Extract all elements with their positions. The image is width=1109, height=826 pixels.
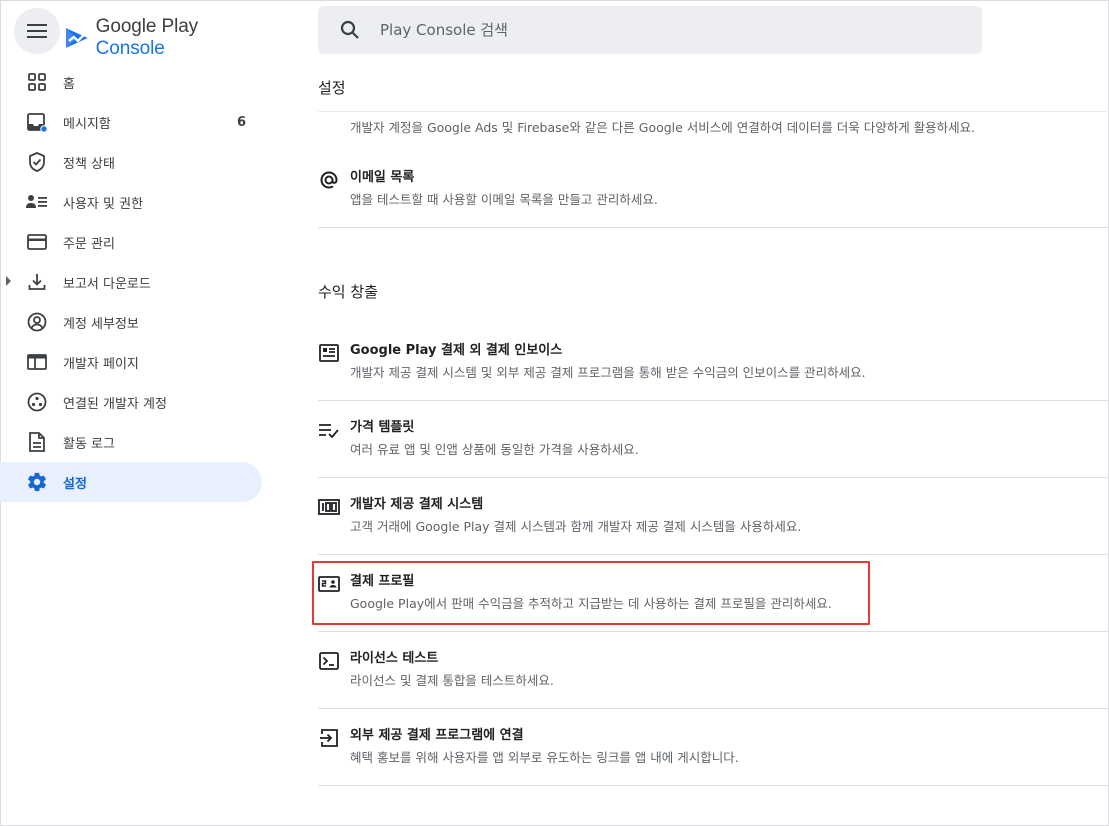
list-check-icon: [318, 419, 340, 441]
sidebar-item-inbox[interactable]: 메시지함 6: [0, 102, 262, 142]
invoice-icon: [318, 342, 340, 364]
row-divider: [318, 477, 1109, 478]
sidebar-item-settings[interactable]: 설정: [0, 462, 262, 502]
search-bar[interactable]: [318, 6, 982, 54]
at-sign-icon: [318, 169, 340, 191]
sidebar-item-label: 정책 상태: [63, 156, 115, 172]
linked-services-row-desc: 개발자 계정을 Google Ads 및 Firebase와 같은 다른 Goo…: [350, 120, 976, 135]
title-divider: [318, 111, 1109, 112]
sidebar-item-order-management[interactable]: 주문 관리: [0, 222, 262, 262]
sidebar-item-label: 계정 세부정보: [63, 316, 139, 332]
unread-count-badge: 6: [236, 114, 246, 130]
menu-button[interactable]: [14, 8, 60, 54]
row-divider: [318, 708, 1109, 709]
web-page-icon: [26, 351, 48, 373]
credit-card-icon: [26, 231, 48, 253]
settings-row-alternative-billing[interactable]: 개발자 제공 결제 시스템 고객 거래에 Google Play 결제 시스템과…: [318, 496, 1109, 536]
brand-logo-link[interactable]: Google Play Console: [64, 16, 270, 60]
expand-arrow-icon[interactable]: [6, 276, 11, 286]
sidebar-item-home[interactable]: 홈: [0, 62, 262, 102]
row-title: 라이선스 테스트: [350, 651, 439, 666]
row-divider: [318, 227, 1109, 228]
sidebar-item-label: 개발자 페이지: [63, 356, 139, 372]
sidebar-item-label: 메시지함: [63, 116, 111, 132]
row-description: 라이선스 및 결제 통합을 테스트하세요.: [350, 673, 554, 688]
terminal-icon: [318, 650, 340, 672]
settings-row-email-lists[interactable]: 이메일 목록 앱을 테스트할 때 사용할 이메일 목록을 만들고 관리하세요.: [318, 169, 1109, 209]
gear-icon: [26, 471, 48, 493]
row-description: 고객 거래에 Google Play 결제 시스템과 함께 개발자 제공 결제 …: [350, 519, 802, 534]
section-title-monetization: 수익 창출: [318, 283, 378, 301]
sidebar-item-activity-log[interactable]: 활동 로그: [0, 422, 262, 462]
sidebar-item-account-details[interactable]: 계정 세부정보: [0, 302, 262, 342]
sidebar-item-label: 주문 관리: [63, 236, 115, 252]
sidebar-item-label: 사용자 및 권한: [63, 196, 144, 212]
download-icon: [26, 271, 48, 293]
row-divider: [318, 400, 1109, 401]
hamburger-menu-icon: [27, 24, 47, 38]
page-title: 설정: [318, 79, 346, 97]
sidebar-item-developer-page[interactable]: 개발자 페이지: [0, 342, 262, 382]
settings-row-external-invoices[interactable]: Google Play 결제 외 결제 인보이스 개발자 제공 결제 시스템 및…: [318, 342, 1109, 382]
sidebar-item-label: 활동 로그: [63, 436, 115, 452]
settings-row-external-offers[interactable]: 외부 제공 결제 프로그램에 연결 혜택 홍보를 위해 사용자를 앱 외부로 유…: [318, 727, 1109, 767]
row-title: 개발자 제공 결제 시스템: [350, 497, 484, 512]
row-divider: [318, 554, 1109, 555]
settings-row-license-testing[interactable]: 라이선스 테스트 라이선스 및 결제 통합을 테스트하세요.: [318, 650, 1109, 690]
play-console-logo-icon: [65, 28, 88, 48]
shield-check-icon: [26, 151, 48, 173]
sidebar-item-label: 홈: [63, 76, 75, 92]
linked-accounts-icon: [26, 391, 48, 413]
row-title: 이메일 목록: [350, 170, 415, 185]
account-circle-icon: [26, 311, 48, 333]
row-description: 혜택 홍보를 위해 사용자를 앱 외부로 유도하는 링크를 앱 내에 게시합니다…: [350, 750, 739, 765]
inbox-icon: [26, 111, 48, 133]
login-arrow-icon: [318, 727, 340, 749]
row-description: 개발자 제공 결제 시스템 및 외부 제공 결제 프로그램을 통해 받은 수익금…: [350, 365, 866, 380]
sidebar-item-users-permissions[interactable]: 사용자 및 권한: [0, 182, 262, 222]
users-permissions-icon: [26, 191, 48, 213]
sidebar: Google Play Console 홈 메시지함 6 정책 상태 사용자 및…: [0, 0, 270, 826]
row-title: 가격 템플릿: [350, 420, 415, 435]
sidebar-item-label: 연결된 개발자 계정: [63, 396, 167, 412]
sidebar-item-download-reports[interactable]: 보고서 다운로드: [0, 262, 262, 302]
sidebar-item-label: 보고서 다운로드: [63, 276, 151, 292]
row-description: 여러 유료 앱 및 인앱 상품에 동일한 가격을 사용하세요.: [350, 442, 639, 457]
sidebar-item-policy-status[interactable]: 정책 상태: [0, 142, 262, 182]
row-title: Google Play 결제 외 결제 인보이스: [350, 343, 563, 358]
row-description: 앱을 테스트할 때 사용할 이메일 목록을 만들고 관리하세요.: [350, 192, 658, 207]
row-divider: [318, 785, 1109, 786]
sidebar-item-linked-developer-accounts[interactable]: 연결된 개발자 계정: [0, 382, 262, 422]
search-icon: [340, 20, 359, 39]
document-icon: [26, 431, 48, 453]
brand-name: Google Play Console: [95, 16, 199, 59]
pin-icon: [318, 496, 340, 518]
row-divider: [318, 631, 1109, 632]
sidebar-nav: 홈 메시지함 6 정책 상태 사용자 및 권한 주문 관리 보고서 다운로드 계…: [0, 62, 270, 502]
highlight-box: [312, 561, 870, 625]
row-title: 외부 제공 결제 프로그램에 연결: [350, 728, 524, 743]
settings-row-pricing-templates[interactable]: 가격 템플릿 여러 유료 앱 및 인앱 상품에 동일한 가격을 사용하세요.: [318, 419, 1109, 459]
search-input[interactable]: [380, 21, 940, 39]
grid-icon: [26, 71, 48, 93]
sidebar-item-label: 설정: [63, 476, 87, 492]
